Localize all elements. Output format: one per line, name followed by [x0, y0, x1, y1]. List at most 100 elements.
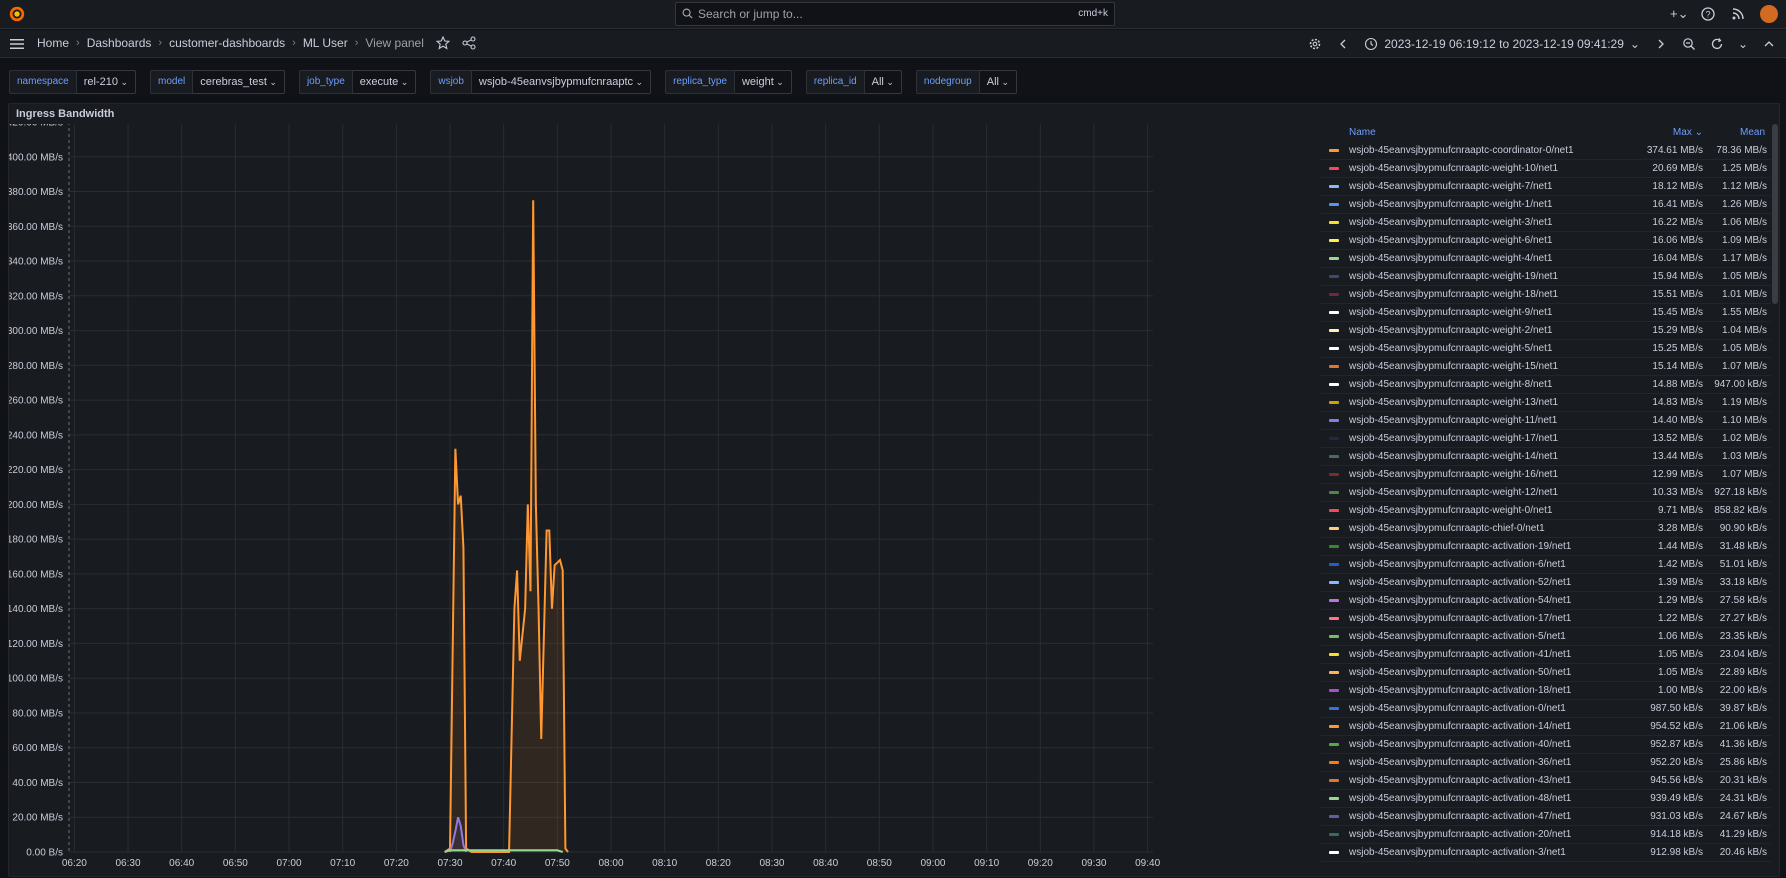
legend-row[interactable]: wsjob-45eanvsjbypmufcnraaptc-weight-16/n…	[1321, 466, 1771, 484]
legend-series-mean: 23.04 kB/s	[1719, 649, 1767, 660]
var-select[interactable]: cerebras_test	[193, 70, 285, 94]
legend-row[interactable]: wsjob-45eanvsjbypmufcnraaptc-weight-17/n…	[1321, 430, 1771, 448]
refresh-interval-chevron-icon[interactable]: ⌄	[1738, 37, 1748, 51]
var-select[interactable]: rel-210	[76, 70, 136, 94]
legend-row[interactable]: wsjob-45eanvsjbypmufcnraaptc-chief-0/net…	[1321, 520, 1771, 538]
legend-row[interactable]: wsjob-45eanvsjbypmufcnraaptc-activation-…	[1321, 718, 1771, 736]
legend-row[interactable]: wsjob-45eanvsjbypmufcnraaptc-weight-5/ne…	[1321, 340, 1771, 358]
legend-row[interactable]: wsjob-45eanvsjbypmufcnraaptc-weight-13/n…	[1321, 394, 1771, 412]
legend-row[interactable]: wsjob-45eanvsjbypmufcnraaptc-activation-…	[1321, 682, 1771, 700]
breadcrumb-dashboards[interactable]: Dashboards	[87, 36, 152, 50]
breadcrumb-home[interactable]: Home	[37, 36, 69, 50]
chevron-left-icon[interactable]	[1336, 37, 1350, 51]
legend-row[interactable]: wsjob-45eanvsjbypmufcnraaptc-weight-4/ne…	[1321, 250, 1771, 268]
y-tick-label: 100.00 MB/s	[9, 674, 63, 685]
legend-row[interactable]: wsjob-45eanvsjbypmufcnraaptc-activation-…	[1321, 772, 1771, 790]
breadcrumb-dashboard[interactable]: ML User	[303, 36, 348, 50]
legend-row[interactable]: wsjob-45eanvsjbypmufcnraaptc-weight-18/n…	[1321, 286, 1771, 304]
legend-row[interactable]: wsjob-45eanvsjbypmufcnraaptc-coordinator…	[1321, 142, 1771, 160]
legend-series-max: 914.18 kB/s	[1650, 829, 1703, 840]
legend-row[interactable]: wsjob-45eanvsjbypmufcnraaptc-weight-10/n…	[1321, 160, 1771, 178]
legend-row[interactable]: wsjob-45eanvsjbypmufcnraaptc-activation-…	[1321, 538, 1771, 556]
zoom-out-icon[interactable]	[1682, 37, 1696, 51]
series-swatch	[1329, 239, 1339, 242]
help-icon[interactable]: ?	[1700, 6, 1716, 22]
legend-series-mean: 24.67 kB/s	[1719, 811, 1767, 822]
series-swatch	[1329, 257, 1339, 260]
legend-row[interactable]: wsjob-45eanvsjbypmufcnraaptc-weight-3/ne…	[1321, 214, 1771, 232]
var-select[interactable]: weight	[734, 70, 792, 94]
var-select[interactable]: wsjob-45eanvsjbypmufcnraaptc	[471, 70, 652, 94]
y-tick-label: 240.00 MB/s	[9, 430, 63, 441]
legend-row[interactable]: wsjob-45eanvsjbypmufcnraaptc-activation-…	[1321, 628, 1771, 646]
search-placeholder: Search or jump to...	[698, 7, 803, 21]
legend-row[interactable]: wsjob-45eanvsjbypmufcnraaptc-activation-…	[1321, 700, 1771, 718]
search-input[interactable]: Search or jump to... cmd+k	[675, 2, 1115, 26]
legend-row[interactable]: wsjob-45eanvsjbypmufcnraaptc-weight-11/n…	[1321, 412, 1771, 430]
legend-row[interactable]: wsjob-45eanvsjbypmufcnraaptc-activation-…	[1321, 664, 1771, 682]
legend-row[interactable]: wsjob-45eanvsjbypmufcnraaptc-activation-…	[1321, 574, 1771, 592]
legend-row[interactable]: wsjob-45eanvsjbypmufcnraaptc-weight-6/ne…	[1321, 232, 1771, 250]
bandwidth-chart[interactable]: 0.00 B/s 20.00 MB/s 40.00 MB/s 60.00 MB/s 80…	[9, 124, 1329, 878]
legend-series-max: 15.14 MB/s	[1652, 361, 1703, 372]
series-swatch	[1329, 707, 1339, 710]
legend-row[interactable]: wsjob-45eanvsjbypmufcnraaptc-weight-8/ne…	[1321, 376, 1771, 394]
panel: Ingress Bandwidth 0.00 B/s 20.00 MB/s 40.0…	[8, 103, 1780, 877]
legend-series-max: 18.12 MB/s	[1652, 181, 1703, 192]
legend-row[interactable]: wsjob-45eanvsjbypmufcnraaptc-weight-0/ne…	[1321, 502, 1771, 520]
series-swatch	[1329, 221, 1339, 224]
legend-row[interactable]: wsjob-45eanvsjbypmufcnraaptc-activation-…	[1321, 736, 1771, 754]
legend-row[interactable]: wsjob-45eanvsjbypmufcnraaptc-activation-…	[1321, 610, 1771, 628]
legend-row[interactable]: wsjob-45eanvsjbypmufcnraaptc-activation-…	[1321, 754, 1771, 772]
legend-row[interactable]: wsjob-45eanvsjbypmufcnraaptc-weight-19/n…	[1321, 268, 1771, 286]
legend-row[interactable]: wsjob-45eanvsjbypmufcnraaptc-weight-1/ne…	[1321, 196, 1771, 214]
legend-row[interactable]: wsjob-45eanvsjbypmufcnraaptc-activation-…	[1321, 844, 1771, 862]
menu-icon[interactable]	[10, 37, 24, 51]
grafana-logo-icon[interactable]	[8, 5, 26, 23]
collapse-icon[interactable]	[1762, 37, 1776, 51]
plus-icon[interactable]: +⌄	[1670, 6, 1688, 22]
legend-series-name: wsjob-45eanvsjbypmufcnraaptc-weight-8/ne…	[1349, 379, 1553, 390]
legend-series-name: wsjob-45eanvsjbypmufcnraaptc-activation-…	[1349, 613, 1572, 624]
star-icon[interactable]	[435, 36, 450, 50]
avatar[interactable]	[1760, 5, 1778, 23]
gear-icon[interactable]	[1308, 37, 1322, 51]
legend-row[interactable]: wsjob-45eanvsjbypmufcnraaptc-activation-…	[1321, 556, 1771, 574]
legend-row[interactable]: wsjob-45eanvsjbypmufcnraaptc-weight-15/n…	[1321, 358, 1771, 376]
legend-row[interactable]: wsjob-45eanvsjbypmufcnraaptc-activation-…	[1321, 826, 1771, 844]
legend-series-mean: 20.31 kB/s	[1719, 775, 1767, 786]
time-range-picker[interactable]: 2023-12-19 06:19:12 to 2023-12-19 09:41:…	[1364, 37, 1640, 51]
legend-row[interactable]: wsjob-45eanvsjbypmufcnraaptc-activation-…	[1321, 790, 1771, 808]
share-icon[interactable]	[462, 36, 476, 50]
breadcrumb-current: View panel	[365, 36, 424, 50]
legend-scrollbar[interactable]	[1772, 124, 1778, 304]
x-tick-label: 09:20	[1028, 858, 1053, 869]
legend-header-mean[interactable]: Mean	[1740, 127, 1765, 138]
legend-row[interactable]: wsjob-45eanvsjbypmufcnraaptc-weight-9/ne…	[1321, 304, 1771, 322]
legend-series-mean: 1.55 MB/s	[1721, 307, 1767, 318]
rss-icon[interactable]	[1730, 6, 1746, 22]
legend-row[interactable]: wsjob-45eanvsjbypmufcnraaptc-weight-7/ne…	[1321, 178, 1771, 196]
chevron-right-icon[interactable]	[1654, 37, 1668, 51]
legend-row[interactable]: wsjob-45eanvsjbypmufcnraaptc-activation-…	[1321, 808, 1771, 826]
legend-series-mean: 1.26 MB/s	[1721, 199, 1767, 210]
legend-series-name: wsjob-45eanvsjbypmufcnraaptc-weight-0/ne…	[1349, 505, 1553, 516]
var-replica-type: replica_type weight	[665, 70, 792, 94]
legend-row[interactable]: wsjob-45eanvsjbypmufcnraaptc-weight-14/n…	[1321, 448, 1771, 466]
refresh-icon[interactable]	[1710, 37, 1724, 51]
x-tick-label: 08:50	[867, 858, 892, 869]
var-select[interactable]: All	[864, 70, 902, 94]
legend-row[interactable]: wsjob-45eanvsjbypmufcnraaptc-weight-2/ne…	[1321, 322, 1771, 340]
series-swatch	[1329, 653, 1339, 656]
x-tick-label: 07:30	[437, 858, 462, 869]
var-select[interactable]: execute	[352, 70, 417, 94]
var-select[interactable]: All	[979, 70, 1018, 94]
legend-header-name[interactable]: Name	[1349, 127, 1376, 138]
breadcrumb-folder[interactable]: customer-dashboards	[169, 36, 285, 50]
series-swatch	[1329, 347, 1339, 350]
legend-row[interactable]: wsjob-45eanvsjbypmufcnraaptc-weight-12/n…	[1321, 484, 1771, 502]
legend-header-max[interactable]: Max ⌄	[1673, 127, 1703, 138]
legend-row[interactable]: wsjob-45eanvsjbypmufcnraaptc-activation-…	[1321, 592, 1771, 610]
y-tick-label: 40.00 MB/s	[12, 778, 63, 789]
legend-row[interactable]: wsjob-45eanvsjbypmufcnraaptc-activation-…	[1321, 646, 1771, 664]
